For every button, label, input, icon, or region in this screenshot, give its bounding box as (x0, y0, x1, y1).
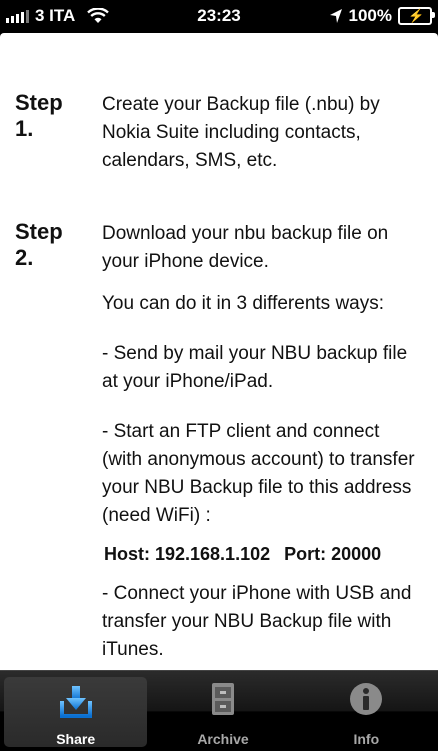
step-1-label: Step 1. (15, 90, 63, 141)
battery-icon: ⚡ (398, 7, 435, 25)
step-2-text-download: Download your nbu backup file on your iP… (102, 223, 389, 272)
ftp-port: Port: 20000 (284, 544, 382, 564)
file-cabinet-icon (211, 683, 234, 715)
step-1-text: Create your Backup file (.nbu) by Nokia … (102, 94, 380, 171)
ftp-host: Host: 192.168.1.102 (104, 544, 271, 564)
step-2-text-ftp: - Start an FTP client and connect (with … (102, 421, 415, 526)
tab-info[interactable]: Info (295, 671, 438, 751)
download-tray-icon (59, 686, 92, 718)
step-2-text-usb: - Connect your iPhone with USB and trans… (102, 583, 412, 660)
battery-percent: 100% (348, 6, 392, 25)
tab-archive-label: Archive (197, 731, 249, 747)
tab-info-label: Info (353, 731, 380, 747)
status-bar: 3 ITA 23:23 100% ⚡ (0, 0, 438, 33)
step-2-text-ways: You can do it in 3 differents ways: (102, 293, 385, 314)
tab-share[interactable]: Share (4, 677, 148, 747)
ftp-address: Host: 192.168.1.102 Port: 20000 (104, 540, 422, 568)
step-1-body: Create your Backup file (.nbu) by Nokia … (102, 91, 422, 189)
step-2-label: Step 2. (15, 219, 63, 270)
tab-share-label: Share (56, 731, 96, 747)
instructions-panel: Step 1. Create your Backup file (.nbu) b… (0, 33, 438, 670)
step-2-body: Download your nbu backup file on your iP… (102, 220, 422, 670)
tab-bar: Share Archive Info (0, 670, 438, 751)
status-right: 100% ⚡ (329, 6, 435, 26)
location-arrow-icon (329, 9, 342, 23)
step-2-text-mail: - Send by mail your NBU backup file at y… (102, 343, 408, 392)
info-icon (350, 683, 383, 715)
tab-archive[interactable]: Archive (151, 671, 294, 751)
